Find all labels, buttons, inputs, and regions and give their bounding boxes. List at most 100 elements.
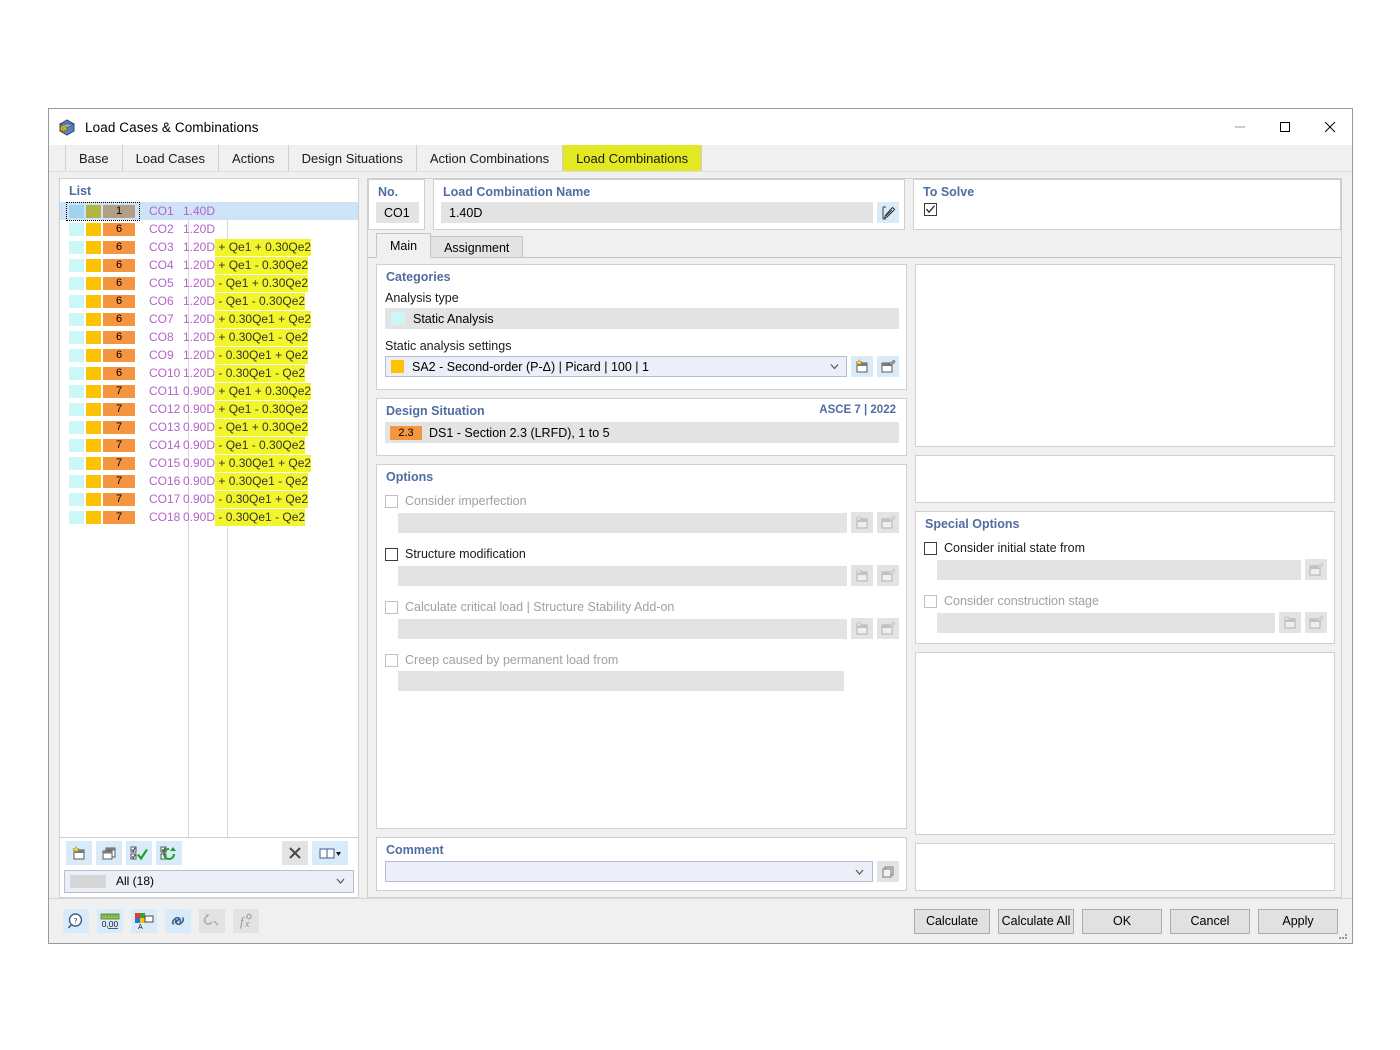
row-formula-base: 0.90D [183,492,216,506]
tab-design-situations[interactable]: Design Situations [288,145,417,171]
colors-icon[interactable]: A [131,909,157,933]
list-item[interactable]: 7 CO14 0.90D - Qe1 - 0.30Qe2 [60,436,358,454]
to-solve-card: To Solve [913,179,1341,230]
row-formula-base: 0.90D [183,420,216,434]
analysis-color-swatch [86,438,101,452]
list-header: List [69,184,92,198]
list-item[interactable]: 7 CO18 0.90D - 0.30Qe1 - Qe2 [60,508,358,526]
row-swatches: 7 [69,402,137,416]
side-panel-top [915,264,1335,447]
row-formula-terms: - Qe1 - 0.30Qe2 [215,293,306,310]
new-settings-icon[interactable] [851,356,873,377]
static-analysis-settings-combo[interactable]: SA2 - Second-order (P-Δ) | Picard | 100 … [385,356,847,377]
copy-icon[interactable] [96,841,122,865]
list-item[interactable]: 6 CO4 1.20D + Qe1 - 0.30Qe2 [60,256,358,274]
select-all-icon[interactable] [126,841,152,865]
load-combination-name-input[interactable]: 1.40D [441,202,873,223]
structure-modification-checkbox[interactable] [385,547,398,561]
resize-grip[interactable] [1337,929,1349,941]
refresh-selection-icon[interactable] [156,841,182,865]
app-icon: 6 [58,118,76,136]
option-structure-modification[interactable]: Structure modification [377,537,906,563]
comment-copy-icon[interactable] [877,861,899,882]
consider-initial-state-checkbox[interactable] [924,541,937,555]
new-structure-modification-icon [851,565,873,586]
design-situation-badge: 6 [103,276,135,290]
row-number: CO16 [149,474,181,488]
calculate-critical-load-checkbox[interactable] [385,600,398,614]
row-number: CO18 [149,510,181,524]
tab-load-combinations[interactable]: Load Combinations [563,145,703,171]
option-consider-construction-stage[interactable]: Consider construction stage [916,584,1334,610]
link-icon[interactable] [165,909,191,933]
consider-initial-state-label: Consider initial state from [944,541,1086,555]
svg-text:?: ? [74,917,78,926]
list-item[interactable]: 6 CO8 1.20D + 0.30Qe1 - Qe2 [60,328,358,346]
new-icon[interactable] [66,841,92,865]
list-rows[interactable]: 1 CO1 1.40D 6 CO2 1.20D 6 CO3 1.20D + Qe1 + 0.30… [60,202,358,837]
row-number: CO13 [149,420,181,434]
maximize-button[interactable] [1262,109,1307,145]
tab-base[interactable]: Base [65,145,123,171]
main-tab-content: Categories Analysis type Static Analysis… [368,257,1341,897]
tab-load-cases[interactable]: Load Cases [122,145,220,171]
design-situation-badge: 7 [103,402,135,416]
units-icon[interactable]: 0,00 [97,909,123,933]
chevron-down-icon [855,867,864,876]
list-item[interactable]: 6 CO2 1.20D [60,220,358,238]
list-item[interactable]: 6 CO7 1.20D + 0.30Qe1 + Qe2 [60,310,358,328]
info-icon[interactable]: ? [63,909,89,933]
list-item[interactable]: 6 CO3 1.20D + Qe1 + 0.30Qe2 [60,238,358,256]
list-item[interactable]: 6 CO9 1.20D - 0.30Qe1 + Qe2 [60,346,358,364]
row-formula-base: 0.90D [183,402,216,416]
list-item[interactable]: 7 CO15 0.90D + 0.30Qe1 + Qe2 [60,454,358,472]
tab-action-combinations[interactable]: Action Combinations [416,145,564,171]
comment-title: Comment [386,843,444,857]
consider-imperfection-checkbox[interactable] [385,494,398,508]
list-item[interactable]: 6 CO5 1.20D - Qe1 + 0.30Qe2 [60,274,358,292]
list-item[interactable]: 1 CO1 1.40D [60,202,358,221]
list-item[interactable]: 7 CO12 0.90D + Qe1 - 0.30Qe2 [60,400,358,418]
tab-assignment[interactable]: Assignment [430,236,524,258]
analysis-color-swatch [86,348,101,362]
minimize-button[interactable] [1217,109,1262,145]
columns-icon[interactable] [312,841,348,865]
ok-button[interactable]: OK [1082,908,1162,934]
tab-actions[interactable]: Actions [219,145,289,171]
option-creep[interactable]: Creep caused by permanent load from [377,643,906,669]
delete-icon[interactable] [282,841,308,865]
consider-construction-stage-checkbox[interactable] [924,594,937,608]
list-item[interactable]: 7 CO11 0.90D + Qe1 + 0.30Qe2 [60,382,358,400]
option-consider-imperfection[interactable]: Consider imperfection [377,488,906,510]
calculate-all-button[interactable]: Calculate All [998,908,1074,934]
design-situation-badge: 6 [103,312,135,326]
to-solve-checkbox[interactable] [924,203,937,216]
analysis-color-swatch [86,276,101,290]
creep-checkbox[interactable] [385,653,398,667]
row-swatches: 7 [69,438,137,452]
comment-input[interactable] [385,861,873,882]
apply-button[interactable]: Apply [1258,908,1338,934]
option-consider-initial-state[interactable]: Consider initial state from [916,535,1334,557]
close-button[interactable] [1307,109,1352,145]
svg-text:x: x [244,919,250,930]
list-item[interactable]: 6 CO6 1.20D - Qe1 - 0.30Qe2 [60,292,358,310]
option-calculate-critical-load[interactable]: Calculate critical load | Structure Stab… [377,590,906,616]
footer: ? 0,00 A f x Calculate Calculate All OK … [49,898,1352,943]
list-item[interactable]: 7 CO17 0.90D - 0.30Qe1 + Qe2 [60,490,358,508]
options-title: Options [386,470,434,484]
edit-settings-icon[interactable] [877,356,899,377]
list-item[interactable]: 7 CO16 0.90D + 0.30Qe1 - Qe2 [60,472,358,490]
list-filter-combo[interactable]: All (18) [64,869,354,893]
edit-icon[interactable] [877,202,899,223]
design-situation-group: Design Situation ASCE 7 | 2022 2.3 DS1 -… [376,398,907,456]
tab-main[interactable]: Main [376,233,432,258]
chevron-down-icon [830,362,839,371]
cancel-button[interactable]: Cancel [1170,908,1250,934]
row-formula: 1.20D + Qe1 + 0.30Qe2 [177,239,358,256]
row-formula: 1.20D - 0.30Qe1 - Qe2 [177,365,358,382]
list-item[interactable]: 6 CO10 1.20D - 0.30Qe1 - Qe2 [60,364,358,382]
footer-buttons: Calculate Calculate All OK Cancel Apply [914,908,1338,934]
calculate-button[interactable]: Calculate [914,908,990,934]
list-item[interactable]: 7 CO13 0.90D - Qe1 + 0.30Qe2 [60,418,358,436]
